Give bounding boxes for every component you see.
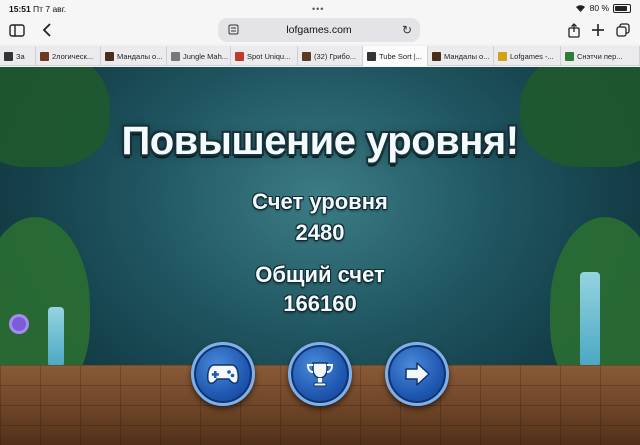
menu-button[interactable] [191, 342, 255, 406]
multitasking-dots-icon[interactable]: ••• [312, 4, 324, 14]
game-canvas[interactable]: Повышение уровня! Счет уровня 2480 Общий… [0, 67, 640, 445]
tab-label: Мандалы о... [444, 51, 490, 61]
browser-tab[interactable]: Снэтчи пер... [561, 46, 640, 66]
favicon-icon [432, 51, 441, 61]
favicon-icon [4, 51, 13, 61]
status-time: 15:51 [9, 4, 31, 14]
flower-icon [12, 317, 26, 331]
url-text: lofgames.com [286, 24, 352, 36]
arrow-right-icon [405, 362, 430, 386]
tab-label: Tube Sort |... [379, 51, 422, 61]
gamepad-icon [207, 364, 239, 384]
tab-overview-icon[interactable] [612, 19, 634, 41]
tab-label: Spot Uniqu... [247, 51, 291, 61]
leaderboard-button[interactable] [288, 342, 352, 406]
tab-label: (32) Грибо... [314, 51, 357, 61]
tab-label: Lofgames -... [510, 51, 554, 61]
browser-toolbar: lofgames.com ↻ [0, 17, 640, 44]
favicon-icon [171, 51, 180, 61]
tab-label: Мандалы о... [117, 51, 163, 61]
tab-label: 2логическ... [52, 51, 94, 61]
tab-bar: За 2логическ... Мандалы о... Jungle Mah... S… [0, 46, 640, 66]
new-tab-icon[interactable] [587, 19, 609, 41]
favicon-icon [498, 51, 507, 61]
browser-tab[interactable]: Spot Uniqu... [231, 46, 298, 66]
tab-label: За [16, 51, 25, 61]
tab-label: Снэтчи пер... [577, 51, 623, 61]
browser-tab[interactable]: 2логическ... [36, 46, 101, 66]
battery-icon [613, 3, 631, 13]
status-date: Пт 7 авг. [33, 4, 67, 14]
browser-tab[interactable]: Jungle Mah... [167, 46, 231, 66]
favicon-icon [302, 51, 311, 61]
browser-tab[interactable]: Мандалы о... [428, 46, 494, 66]
wifi-icon [575, 4, 585, 12]
trophy-icon [306, 362, 334, 387]
share-icon[interactable] [563, 19, 585, 41]
battery-percent: 80 % [589, 3, 609, 13]
next-level-button[interactable] [385, 342, 449, 406]
sidebar-icon[interactable] [6, 19, 28, 41]
favicon-icon [235, 51, 244, 61]
back-icon[interactable] [36, 19, 58, 41]
level-score-value: 2480 [295, 220, 345, 245]
favicon-icon [565, 51, 574, 61]
tab-label: Jungle Mah... [183, 51, 229, 61]
favicon-icon [367, 51, 376, 61]
total-score-label: Общий счет [255, 262, 385, 287]
browser-tab[interactable]: За [0, 46, 36, 66]
browser-tab[interactable]: Мандалы о... [101, 46, 167, 66]
browser-tab[interactable]: Lofgames -... [494, 46, 561, 66]
status-bar: 15:51 Пт 7 авг. ••• 80 % [0, 0, 640, 17]
favicon-icon [40, 51, 49, 61]
level-up-title: Повышение уровня! [121, 119, 519, 163]
address-bar[interactable]: lofgames.com ↻ [218, 18, 420, 42]
browser-tab[interactable]: (32) Грибо... [298, 46, 363, 66]
browser-tab[interactable]: Tube Sort |... [363, 46, 428, 66]
level-score-label: Счет уровня [252, 189, 388, 214]
reload-icon[interactable]: ↻ [402, 23, 412, 37]
favicon-icon [105, 51, 114, 61]
total-score-value: 166160 [283, 291, 357, 316]
